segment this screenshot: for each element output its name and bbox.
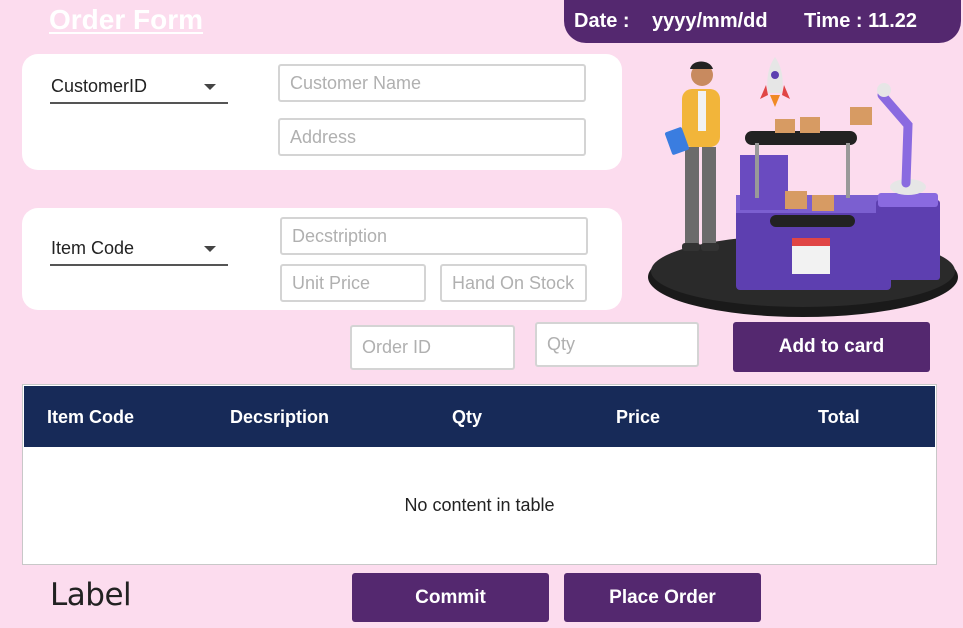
item-code-label: Item Code <box>51 238 135 258</box>
column-header[interactable]: Total <box>818 407 860 428</box>
datetime-bar: Date : yyyy/mm/dd Time : 11.22 <box>564 0 961 43</box>
chevron-down-icon <box>204 246 216 252</box>
date-label: Date : <box>574 10 630 32</box>
order-table[interactable]: Item Code Decsription Qty Price Total No… <box>22 384 937 565</box>
description-input[interactable] <box>280 217 588 255</box>
chevron-down-icon <box>204 84 216 90</box>
unit-price-input[interactable] <box>280 264 426 302</box>
footer-label: Label <box>50 577 132 613</box>
column-header[interactable]: Item Code <box>47 407 134 428</box>
column-header[interactable]: Decsription <box>230 407 329 428</box>
column-header[interactable]: Qty <box>452 407 482 428</box>
date-value: yyyy/mm/dd <box>652 10 768 32</box>
address-input[interactable] <box>278 118 586 156</box>
place-order-button[interactable]: Place Order <box>564 573 761 622</box>
item-code-combo[interactable]: Item Code <box>50 226 228 266</box>
customer-id-label: CustomerID <box>51 76 148 96</box>
order-id-input[interactable] <box>350 325 515 370</box>
table-header: Item Code Decsription Qty Price Total <box>24 386 935 447</box>
commit-button[interactable]: Commit <box>352 573 549 622</box>
customer-name-input[interactable] <box>278 64 586 102</box>
customer-id-combo[interactable]: CustomerID <box>50 64 228 104</box>
warehouse-illustration <box>648 57 958 317</box>
time-label: Time : 11.22 <box>804 10 918 32</box>
hand-on-stock-input[interactable] <box>440 264 587 302</box>
table-empty-message: No content in table <box>404 495 555 515</box>
add-to-cart-button[interactable]: Add to card <box>733 322 930 372</box>
column-header[interactable]: Price <box>616 407 660 428</box>
qty-input[interactable] <box>535 322 699 367</box>
page-title: Order Form <box>49 4 204 35</box>
